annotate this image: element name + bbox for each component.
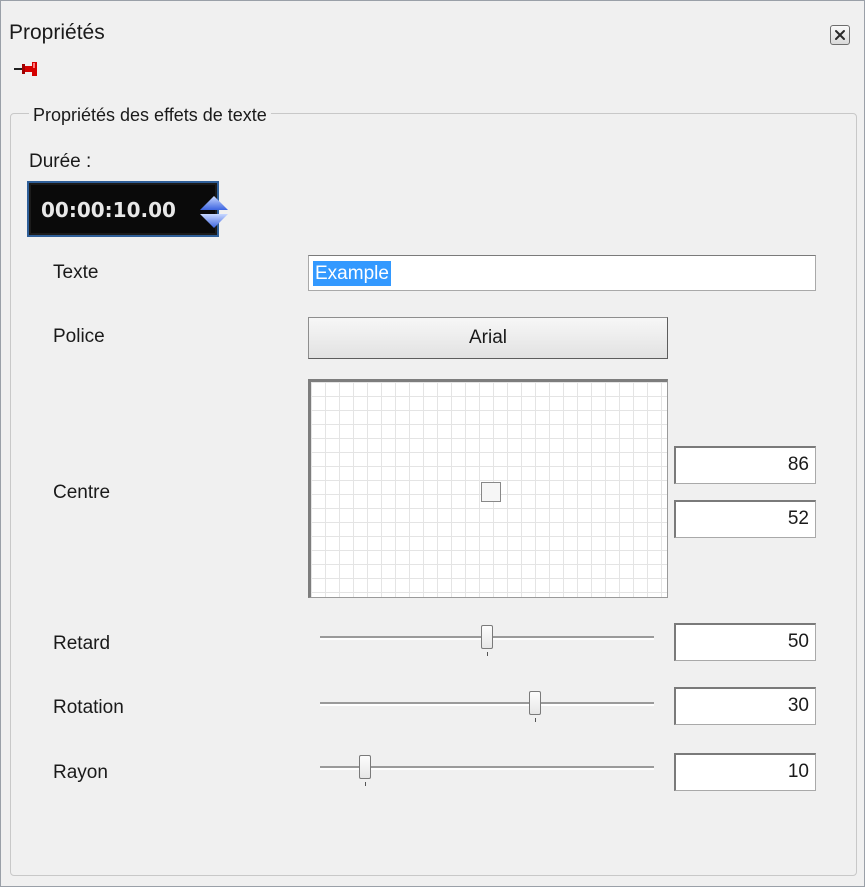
center-x-field[interactable]: 86 [674,446,816,484]
duration-spinbox[interactable]: 00:00:10.00 [27,181,228,237]
window-title: Propriétés [9,21,105,44]
center-label: Centre [53,482,111,503]
center-y-field[interactable]: 52 [674,500,816,538]
center-position-grid[interactable] [308,379,668,598]
text-input[interactable]: Example [308,255,816,291]
close-icon [835,30,845,40]
rotation-slider-thumb[interactable] [529,691,541,715]
center-marker-handle[interactable] [481,482,501,502]
radius-slider[interactable] [320,753,654,786]
properties-window: Propriétés Propriétés des effets de text… [0,0,865,887]
font-button[interactable]: Arial [308,317,668,359]
pin-icon [14,62,37,76]
groupbox-legend: Propriétés des effets de texte [29,105,271,126]
delay-field[interactable]: 50 [674,623,816,661]
title-bar: Propriétés [1,1,864,47]
radius-slider-tick [365,782,366,786]
pin-button[interactable] [13,59,39,79]
radius-field[interactable]: 10 [674,753,816,791]
rotation-label: Rotation [53,697,124,718]
rotation-slider[interactable] [320,689,654,722]
rotation-slider-tick [535,718,536,722]
spin-arrows-icon[interactable] [199,195,229,229]
rotation-slider-track [320,702,654,706]
text-input-selection: Example [313,261,391,286]
text-label: Texte [53,262,99,283]
duration-label: Durée : [29,151,92,172]
radius-slider-thumb[interactable] [359,755,371,779]
duration-value: 00:00:10.00 [41,198,176,222]
delay-slider[interactable] [320,623,654,656]
delay-slider-tick [487,652,488,656]
close-button[interactable] [830,25,850,45]
font-label: Police [53,326,105,347]
delay-slider-thumb[interactable] [481,625,493,649]
rotation-field[interactable]: 30 [674,687,816,725]
delay-label: Retard [53,633,111,654]
radius-label: Rayon [53,762,108,783]
